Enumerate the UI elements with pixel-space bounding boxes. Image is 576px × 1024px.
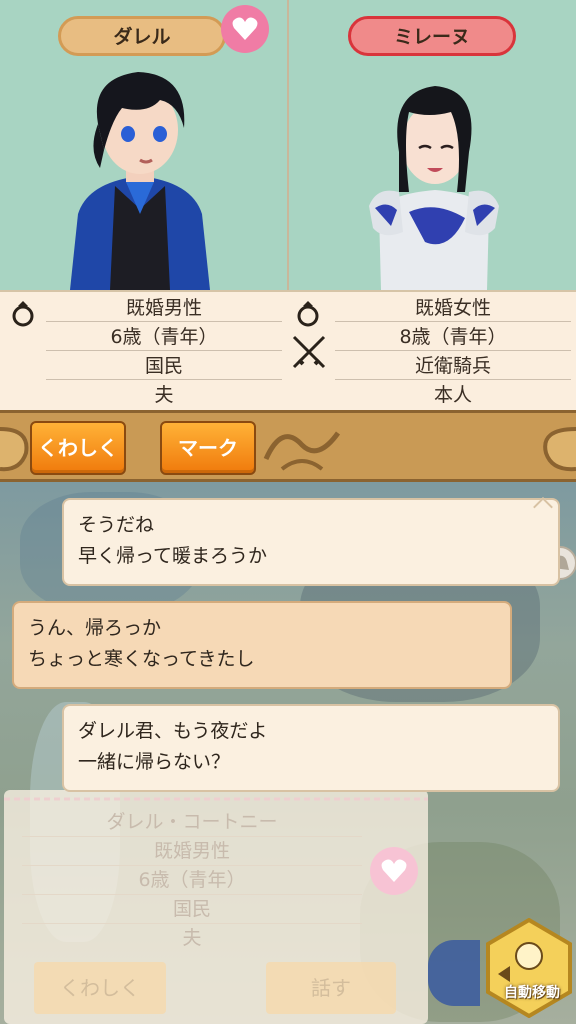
left-info: 既婚男性 6歳（青年） 国民 夫 bbox=[0, 292, 287, 412]
card-relation: 夫 bbox=[182, 927, 202, 949]
dialogue-bubble[interactable]: うん、帰ろっか ちょっと寒くなってきたし bbox=[12, 601, 512, 689]
ornament-right bbox=[543, 427, 576, 472]
background-info-card: ダレル・コートニー 既婚男性 6歳（青年） 国民 夫 くわしく 話す bbox=[4, 790, 428, 1024]
heart-button[interactable] bbox=[221, 5, 269, 53]
card-heart-button[interactable] bbox=[370, 847, 418, 895]
dialogue-line: うん、帰ろっか bbox=[28, 617, 162, 639]
card-full-name: ダレル・コートニー bbox=[22, 808, 362, 837]
left-portrait[interactable]: ダレル bbox=[0, 0, 287, 290]
dialogue-line: ダレル君、もう夜だよ bbox=[78, 720, 268, 742]
portrait-panel: ダレル ミレーヌ bbox=[0, 0, 576, 410]
auto-move-icon[interactable] bbox=[486, 918, 572, 1018]
character-info-table: 既婚男性 6歳（青年） 国民 夫 既婚女性 8歳（青年） 近衛騎兵 本人 bbox=[0, 290, 576, 410]
dialogue-line: 一緒に帰らない？ bbox=[78, 751, 231, 773]
left-age: 6歳（青年） bbox=[46, 323, 282, 351]
left-name-tag: ダレル bbox=[58, 16, 226, 56]
right-info: 既婚女性 8歳（青年） 近衛騎兵 本人 bbox=[289, 292, 576, 412]
right-avatar bbox=[369, 86, 499, 290]
dialogue-bubble[interactable]: ダレル君、もう夜だよ 一緒に帰らない？ bbox=[62, 704, 560, 792]
card-ornament bbox=[4, 797, 428, 801]
dialogue-line: 早く帰って暖まろうか bbox=[78, 545, 268, 567]
dialogue-line: そうだね bbox=[78, 514, 155, 536]
auto-move-label: 自動移動 bbox=[504, 985, 560, 1001]
dialogue-bubble[interactable]: そうだね 早く帰って暖まろうか bbox=[62, 498, 560, 586]
right-occupation: 近衛騎兵 bbox=[335, 352, 571, 380]
left-avatar bbox=[70, 72, 210, 290]
ring-icon bbox=[12, 301, 34, 327]
heart-icon bbox=[381, 859, 407, 882]
details-button[interactable]: くわしく bbox=[30, 421, 126, 475]
side-menu-tab[interactable] bbox=[428, 940, 480, 1006]
mark-button[interactable]: マーク bbox=[160, 421, 256, 475]
left-relation: 夫 bbox=[154, 384, 174, 406]
right-relation: 本人 bbox=[433, 384, 472, 406]
talk-button[interactable]: 話す bbox=[266, 962, 396, 1014]
heart-icon bbox=[232, 17, 258, 40]
ring-icon bbox=[297, 301, 319, 327]
right-name-tag: ミレーヌ bbox=[348, 16, 516, 56]
right-portrait[interactable]: ミレーヌ bbox=[289, 0, 576, 290]
card-occupation: 国民 bbox=[22, 895, 362, 924]
dialogue-line: ちょっと寒くなってきたし bbox=[28, 648, 255, 670]
right-age: 8歳（青年） bbox=[335, 323, 571, 351]
right-marital-status: 既婚女性 bbox=[335, 294, 571, 322]
card-details-button[interactable]: くわしく bbox=[34, 962, 166, 1014]
card-marital-status: 既婚男性 bbox=[22, 837, 362, 866]
left-marital-status: 既婚男性 bbox=[46, 294, 282, 322]
left-occupation: 国民 bbox=[46, 352, 282, 380]
ornament-middle bbox=[263, 431, 341, 471]
card-age: 6歳（青年） bbox=[22, 866, 362, 895]
action-bar: くわしく マーク bbox=[0, 410, 576, 482]
crossed-swords-icon bbox=[292, 335, 326, 369]
